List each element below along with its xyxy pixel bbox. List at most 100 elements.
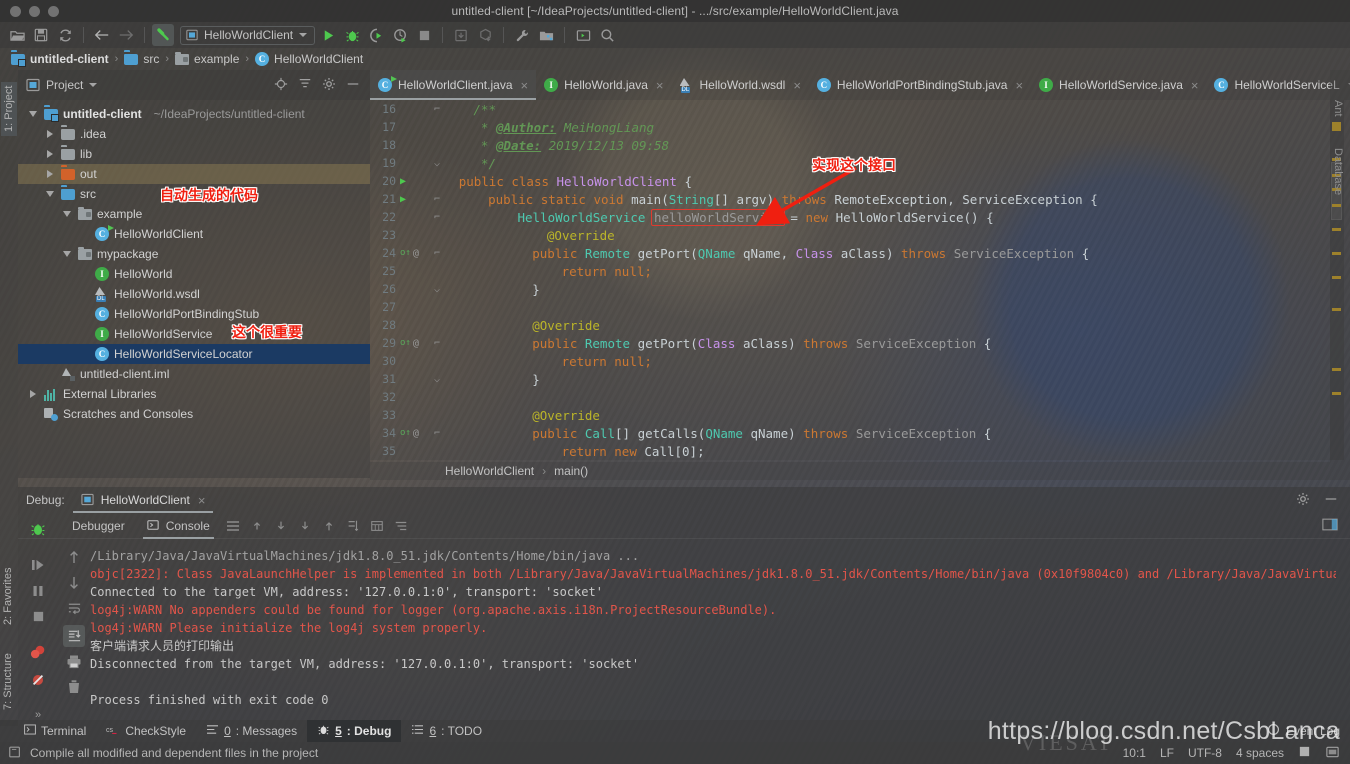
forward-arrow-icon[interactable] xyxy=(115,24,137,46)
build-hammer-icon[interactable] xyxy=(152,24,174,46)
step-into-icon[interactable] xyxy=(270,515,292,537)
tool-strip-favorites[interactable]: 2: Favorites xyxy=(2,568,14,625)
run-gutter-icon[interactable]: ▶ xyxy=(396,176,430,187)
soft-wrap-icon[interactable] xyxy=(67,601,82,618)
editor-tab-helloworldclient-java[interactable]: C HelloWorldClient.java × xyxy=(370,70,537,100)
stop-icon[interactable] xyxy=(413,24,435,46)
back-arrow-icon[interactable] xyxy=(91,24,113,46)
sync-icon[interactable] xyxy=(54,24,76,46)
profiler-icon[interactable] xyxy=(389,24,411,46)
tree-node-scratches-and-consoles[interactable]: Scratches and Consoles xyxy=(18,404,370,424)
caret-position[interactable]: 10:1 xyxy=(1123,746,1146,760)
tool-strip-structure[interactable]: 7: Structure xyxy=(2,653,14,710)
code-line[interactable]: 32 xyxy=(370,388,1330,406)
force-step-into-icon[interactable] xyxy=(294,515,316,537)
editor-breadcrumb-class[interactable]: HelloWorldClient xyxy=(445,464,534,478)
hide-window-icon[interactable] xyxy=(346,77,360,94)
editor-breadcrumb-method[interactable]: main() xyxy=(554,464,588,478)
tab-console[interactable]: Console xyxy=(137,513,220,539)
run-coverage-icon[interactable] xyxy=(365,24,387,46)
update-project-icon[interactable] xyxy=(450,24,472,46)
tree-twisty-collapsed[interactable] xyxy=(43,130,56,138)
bottom-bar-item-terminal[interactable]: Terminal xyxy=(14,720,96,742)
layout-settings-icon[interactable] xyxy=(222,515,244,537)
code-line[interactable]: 24 o↑ @ ⌐ public Remote getPort(QName qName,… xyxy=(370,244,1330,262)
code-line[interactable]: 28 @Override xyxy=(370,316,1330,334)
evaluate-expression-icon[interactable] xyxy=(366,515,388,537)
indent-setting[interactable]: 4 spaces xyxy=(1236,746,1284,760)
breadcrumb-item-src[interactable]: src xyxy=(118,52,165,66)
fold-marker[interactable]: ⌐ xyxy=(430,104,444,115)
code-line[interactable]: 25 return null; xyxy=(370,262,1330,280)
project-structure-icon[interactable] xyxy=(535,24,557,46)
debug-icon[interactable] xyxy=(341,24,363,46)
breadcrumb-item-module[interactable]: untitled-client xyxy=(5,52,115,66)
bottom-bar-item-checkstyle[interactable]: cs CheckStyle xyxy=(96,720,196,742)
tool-strip-ant[interactable]: Ant xyxy=(1332,100,1344,117)
view-breakpoints-icon[interactable] xyxy=(29,644,47,663)
terminal-icon[interactable] xyxy=(572,24,594,46)
memory-indicator-icon[interactable] xyxy=(1325,745,1340,762)
tree-node-lib[interactable]: lib xyxy=(18,144,370,164)
run-to-cursor-icon[interactable] xyxy=(342,515,364,537)
tree-node-helloworldclient[interactable]: C HelloWorldClient xyxy=(18,224,370,244)
save-all-icon[interactable] xyxy=(30,24,52,46)
chevron-down-icon[interactable] xyxy=(89,83,98,87)
code-line[interactable]: 17 * @Author: MeiHongLiang xyxy=(370,118,1330,136)
hide-window-icon[interactable] xyxy=(1324,492,1338,509)
fold-marker[interactable]: ⌵ xyxy=(430,158,444,169)
tree-twisty-collapsed[interactable] xyxy=(43,170,56,178)
editor-tab-helloworld-java[interactable]: I HelloWorld.java × xyxy=(536,70,671,100)
git-branch-icon[interactable] xyxy=(1298,745,1311,761)
tree-twisty-expanded[interactable] xyxy=(60,211,73,217)
fold-marker[interactable]: ⌵ xyxy=(430,284,444,295)
bottom-bar-item-debug[interactable]: 5: Debug xyxy=(307,720,402,742)
print-icon[interactable] xyxy=(66,654,82,672)
tree-twisty-expanded[interactable] xyxy=(60,251,73,257)
editor-tab-helloworldportbindingstub-java[interactable]: C HelloWorldPortBindingStub.java × xyxy=(809,70,1031,100)
debug-sub-tab-bar[interactable]: Debugger Console xyxy=(18,513,1350,539)
tree-twisty-expanded[interactable] xyxy=(26,111,39,117)
commit-icon[interactable] xyxy=(474,24,496,46)
settings-gear-icon[interactable] xyxy=(1296,492,1310,509)
tree-twisty-collapsed[interactable] xyxy=(26,390,39,398)
settings-wrench-icon[interactable] xyxy=(511,24,533,46)
tree-node-example[interactable]: example xyxy=(18,204,370,224)
bottom-bar-item-messages[interactable]: 0: Messages xyxy=(196,720,307,742)
close-icon[interactable]: × xyxy=(1191,78,1199,93)
tree-twisty-expanded[interactable] xyxy=(43,191,56,197)
fold-marker[interactable]: ⌐ xyxy=(430,194,444,205)
tree-twisty-collapsed[interactable] xyxy=(43,150,56,158)
tree-node-helloworld[interactable]: I HelloWorld xyxy=(18,264,370,284)
resume-program-icon[interactable] xyxy=(30,558,46,575)
code-line[interactable]: 29 o↑ @ ⌐ public Remote getPort(Class aClass… xyxy=(370,334,1330,352)
bottom-bar-item-todo[interactable]: 6: TODO xyxy=(401,720,492,742)
close-icon[interactable]: × xyxy=(793,78,801,93)
project-tree[interactable]: untitled-client ~/IdeaProjects/untitled-c… xyxy=(18,100,370,424)
fold-marker[interactable]: ⌐ xyxy=(430,212,444,223)
editor-tab-bar[interactable]: C HelloWorldClient.java × I HelloWorld.java ×… xyxy=(370,70,1350,100)
tree-node-mypackage[interactable]: mypackage xyxy=(18,244,370,264)
code-line[interactable]: 30 return null; xyxy=(370,352,1330,370)
up-arrow-icon[interactable] xyxy=(67,549,81,568)
editor-tab-helloworldservice-java[interactable]: I HelloWorldService.java × xyxy=(1031,70,1206,100)
tree-node-out[interactable]: out xyxy=(18,164,370,184)
code-line[interactable]: 31 ⌵} xyxy=(370,370,1330,388)
tree-node--idea[interactable]: .idea xyxy=(18,124,370,144)
collapse-all-icon[interactable] xyxy=(298,77,312,94)
tree-node-helloworldservice[interactable]: I HelloWorldService xyxy=(18,324,370,344)
chevron-down-icon[interactable] xyxy=(299,33,308,37)
down-arrow-icon[interactable] xyxy=(67,575,81,594)
close-icon[interactable]: × xyxy=(656,78,664,93)
close-icon[interactable]: × xyxy=(521,78,529,93)
console-output[interactable]: /Library/Java/JavaVirtualMachines/jdk1.8… xyxy=(90,543,1336,720)
open-project-icon[interactable] xyxy=(6,24,28,46)
code-line[interactable]: 18 * @Date: 2019/12/13 09:58 xyxy=(370,136,1330,154)
scroll-to-end-icon[interactable] xyxy=(63,625,85,647)
step-over-icon[interactable] xyxy=(318,515,340,537)
console-layout-icon[interactable] xyxy=(1322,518,1338,534)
code-line[interactable]: 35 return new Call[0]; xyxy=(370,442,1330,460)
pause-program-icon[interactable] xyxy=(31,584,45,601)
breadcrumb-item-package[interactable]: example xyxy=(169,52,245,66)
code-line[interactable]: 33 @Override xyxy=(370,406,1330,424)
